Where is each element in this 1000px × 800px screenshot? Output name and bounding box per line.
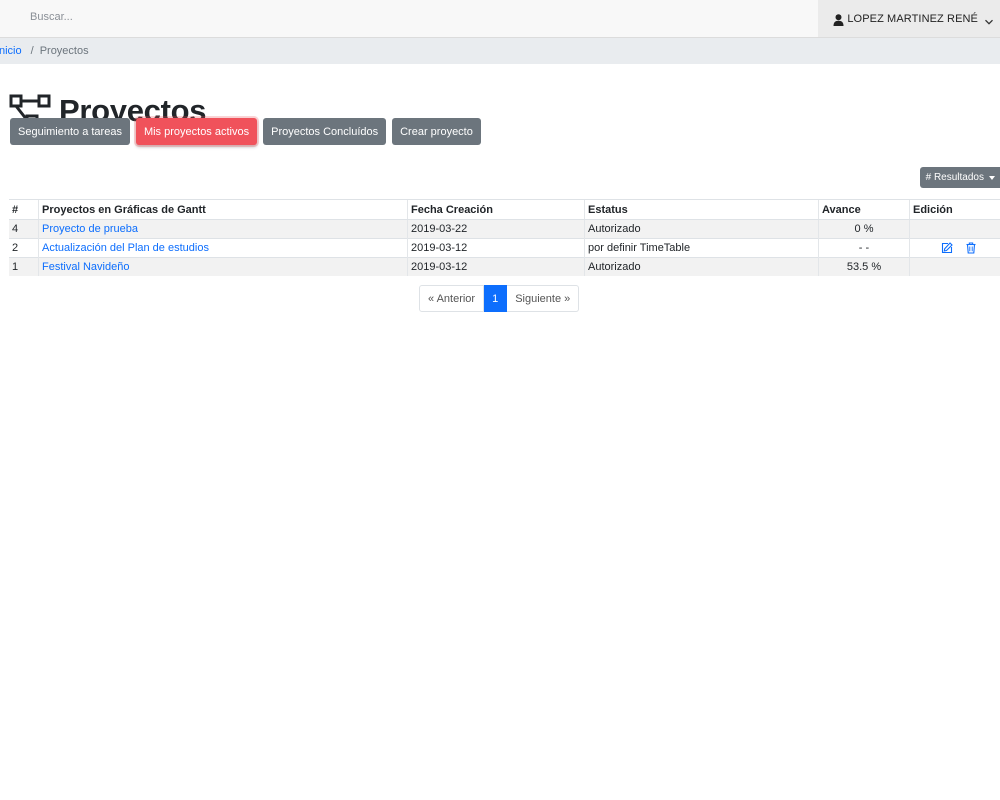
row-advance: - - bbox=[818, 238, 910, 258]
row-date: 2019-03-12 bbox=[407, 257, 585, 276]
header-project: Proyectos en Gráficas de Gantt bbox=[38, 199, 408, 220]
my-active-projects-button[interactable]: Mis proyectos activos bbox=[135, 118, 258, 145]
header-edit: Edición bbox=[909, 199, 1000, 220]
row-date: 2019-03-22 bbox=[407, 219, 585, 239]
breadcrumb-separator: / bbox=[30, 45, 34, 57]
row-edit-cell bbox=[909, 219, 1000, 239]
top-navbar: LOPEZ MARTINEZ RENÉ bbox=[0, 0, 1000, 38]
row-advance: 0 % bbox=[818, 219, 910, 239]
header-status: Estatus bbox=[584, 199, 819, 220]
breadcrumb: nicio / Proyectos bbox=[0, 38, 1000, 64]
table-header-row: # Proyectos en Gráficas de Gantt Fecha C… bbox=[9, 199, 1000, 220]
caret-down-icon bbox=[989, 175, 995, 180]
row-date: 2019-03-12 bbox=[407, 238, 585, 258]
row-num: 1 bbox=[9, 257, 39, 276]
results-dropdown-label: # Resultados bbox=[925, 172, 984, 183]
project-link[interactable]: Actualización del Plan de estudios bbox=[42, 242, 209, 254]
project-link[interactable]: Festival Navideño bbox=[42, 261, 129, 273]
row-advance: 53.5 % bbox=[818, 257, 910, 276]
row-edit-cell bbox=[909, 238, 1000, 258]
action-buttons: Seguimiento a tareas Mis proyectos activ… bbox=[10, 118, 487, 145]
row-status: Autorizado bbox=[584, 219, 819, 239]
edit-icon[interactable] bbox=[941, 242, 953, 254]
create-project-button[interactable]: Crear proyecto bbox=[392, 118, 481, 145]
user-menu[interactable]: LOPEZ MARTINEZ RENÉ bbox=[818, 0, 1000, 37]
project-link[interactable]: Proyecto de prueba bbox=[42, 223, 138, 235]
results-per-page-dropdown[interactable]: # Resultados bbox=[919, 167, 1000, 188]
pagination-next[interactable]: Siguiente » bbox=[507, 285, 580, 312]
user-name: LOPEZ MARTINEZ RENÉ bbox=[847, 12, 978, 25]
table-row: 1 Festival Navideño 2019-03-12 Autorizad… bbox=[9, 257, 1000, 276]
row-num: 4 bbox=[9, 219, 39, 239]
concluded-projects-button[interactable]: Proyectos Concluídos bbox=[263, 118, 387, 145]
search-input[interactable] bbox=[22, 6, 378, 28]
trash-icon[interactable] bbox=[965, 242, 977, 254]
task-tracking-button[interactable]: Seguimiento a tareas bbox=[10, 118, 130, 145]
header-num: # bbox=[9, 199, 39, 220]
pagination: « Anterior 1 Siguiente » bbox=[419, 285, 580, 312]
projects-table: # Proyectos en Gráficas de Gantt Fecha C… bbox=[9, 199, 1000, 276]
row-edit-cell bbox=[909, 257, 1000, 276]
row-status: por definir TimeTable bbox=[584, 238, 819, 258]
table-row: 4 Proyecto de prueba 2019-03-22 Autoriza… bbox=[9, 219, 1000, 239]
header-date: Fecha Creación bbox=[407, 199, 585, 220]
pagination-prev[interactable]: « Anterior bbox=[419, 285, 485, 312]
breadcrumb-home-link[interactable]: nicio bbox=[0, 45, 22, 57]
header-advance: Avance bbox=[818, 199, 910, 220]
pagination-page-current[interactable]: 1 bbox=[484, 285, 508, 312]
breadcrumb-current: Proyectos bbox=[39, 45, 89, 57]
table-row: 2 Actualización del Plan de estudios 201… bbox=[9, 238, 1000, 258]
row-num: 2 bbox=[9, 238, 39, 258]
chevron-down-icon bbox=[984, 14, 994, 25]
user-icon bbox=[833, 13, 844, 26]
row-status: Autorizado bbox=[584, 257, 819, 276]
